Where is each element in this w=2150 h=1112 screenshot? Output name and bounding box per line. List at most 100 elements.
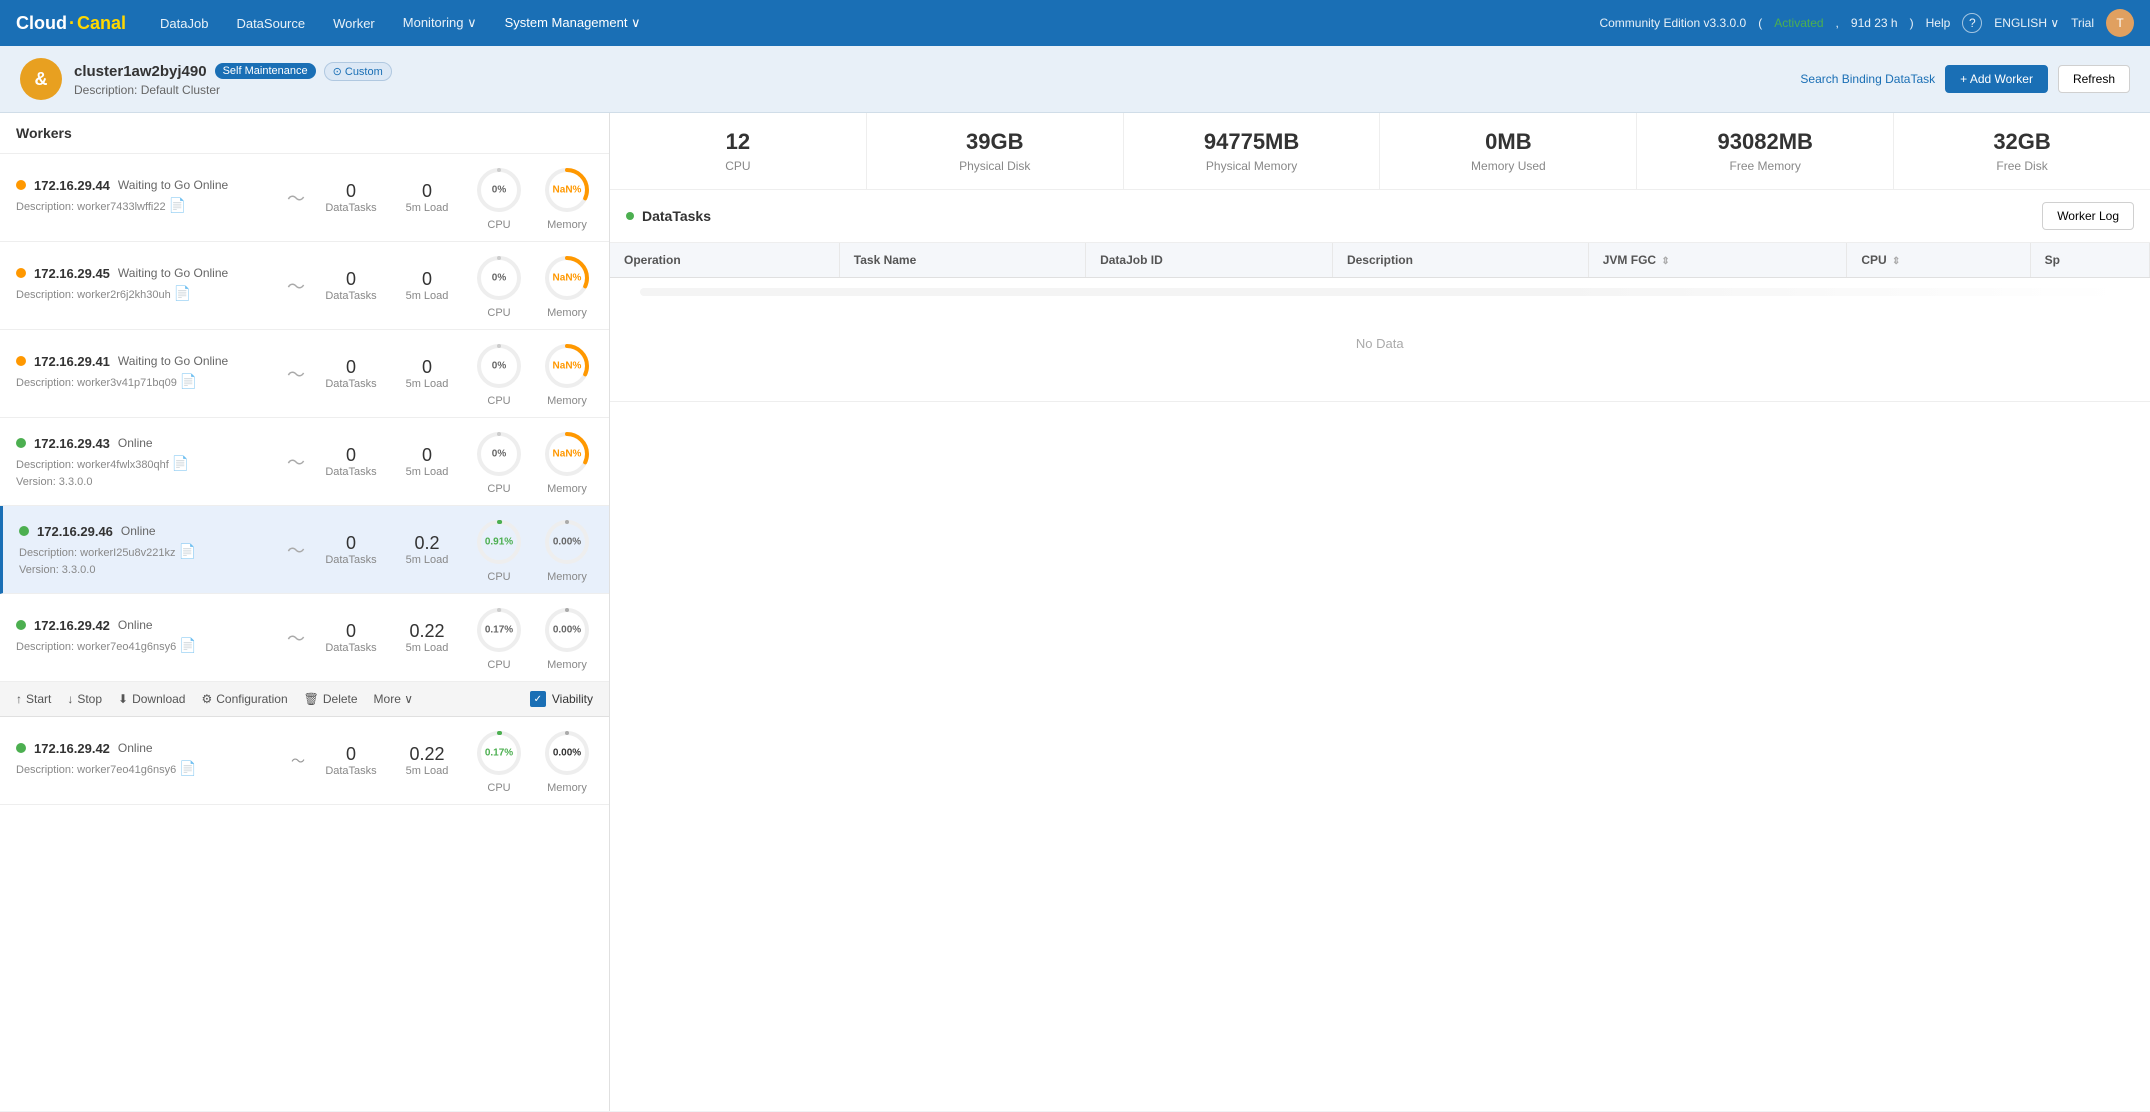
scrollbar-hint[interactable]: [640, 288, 2120, 296]
doc-icon-5[interactable]: 📄: [179, 637, 196, 653]
refresh-button[interactable]: Refresh: [2058, 65, 2130, 93]
more-button[interactable]: More ∨: [374, 690, 413, 708]
wave-icon-3[interactable]: 〜: [287, 449, 305, 475]
viability-checkbox[interactable]: ✓: [530, 691, 546, 707]
cluster-name-row: cluster1aw2byj490 Self Maintenance ⊙ Cus…: [74, 62, 1788, 81]
th-description[interactable]: Description: [1332, 243, 1588, 278]
doc-icon-4[interactable]: 📄: [179, 543, 196, 559]
worker-ip-bottom: 172.16.29.42: [34, 741, 110, 756]
worker-version-3: Version: 3.3.0.0: [16, 476, 279, 488]
start-icon: ↑: [16, 692, 22, 706]
wave-icon-0[interactable]: 〜: [287, 185, 305, 211]
wave-icon-bottom[interactable]: 〜: [291, 751, 305, 771]
worker-status-1: Waiting to Go Online: [118, 266, 228, 280]
status-dot-4: [19, 526, 29, 536]
datatasks-metric-1: 0 DataTasks: [321, 269, 381, 302]
nav-datasource[interactable]: DataSource: [234, 12, 307, 35]
wave-icon-5[interactable]: 〜: [287, 625, 305, 651]
download-button[interactable]: ⬇ Download: [118, 690, 185, 708]
worker-item-bottom[interactable]: 172.16.29.42 Online Description: worker7…: [0, 717, 609, 805]
status-dot-2: [16, 356, 26, 366]
app-logo[interactable]: Cloud·Canal: [16, 13, 126, 34]
add-worker-button[interactable]: + Add Worker: [1945, 65, 2048, 93]
worker-status-2: Waiting to Go Online: [118, 354, 228, 368]
th-datajobid[interactable]: DataJob ID: [1086, 243, 1333, 278]
th-cpu[interactable]: CPU ⇕: [1847, 243, 2030, 278]
help-icon[interactable]: ?: [1962, 13, 1982, 33]
main-layout: Workers 172.16.29.44 Waiting to Go Onlin…: [0, 113, 2150, 1111]
cpu-circle-bottom: 0.17% CPU: [473, 727, 525, 794]
worker-item-4[interactable]: 172.16.29.46 Online Description: workerI…: [0, 506, 609, 594]
logo-cloud: Cloud: [16, 13, 67, 34]
datatasks-metric-2: 0 DataTasks: [321, 357, 381, 390]
th-jvmfgc[interactable]: JVM FGC ⇕: [1588, 243, 1847, 278]
doc-icon-0[interactable]: 📄: [169, 197, 186, 213]
worker-status-3: Online: [118, 436, 153, 450]
worker-log-button[interactable]: Worker Log: [2042, 202, 2134, 230]
th-operation[interactable]: Operation: [610, 243, 839, 278]
doc-icon-2[interactable]: 📄: [180, 373, 197, 389]
worker-toolbar: ↑ Start ↓ Stop ⬇ Download ⚙ Configuratio…: [0, 682, 609, 717]
datatasks-metric-0: 0 DataTasks: [321, 181, 381, 214]
doc-icon-1[interactable]: 📄: [174, 285, 191, 301]
nav-datajob[interactable]: DataJob: [158, 12, 210, 35]
start-button[interactable]: ↑ Start: [16, 690, 51, 708]
search-binding-link[interactable]: Search Binding DataTask: [1800, 72, 1935, 86]
datatasks-section: DataTasks Worker Log Operation Task Name…: [610, 190, 2150, 402]
th-sp[interactable]: Sp: [2030, 243, 2149, 278]
worker-item-5[interactable]: 172.16.29.42 Online Description: worker7…: [0, 594, 609, 682]
datatasks-bottom: 0 DataTasks: [321, 744, 381, 777]
worker-ip-3: 172.16.29.43: [34, 436, 110, 451]
worker-left-1: 172.16.29.45 Waiting to Go Online Descri…: [16, 266, 279, 306]
stop-button[interactable]: ↓ Stop: [67, 690, 102, 708]
worker-desc-4: Description: workerI25u8v221kz 📄: [19, 543, 279, 560]
nav-monitoring[interactable]: Monitoring ∨: [401, 11, 479, 35]
worker-right-bottom: 〜 0 DataTasks 0.22 5m Load: [291, 727, 593, 794]
no-data-row: No Data: [610, 278, 2150, 402]
worker-item-2[interactable]: 172.16.29.41 Waiting to Go Online Descri…: [0, 330, 609, 418]
th-taskname[interactable]: Task Name: [839, 243, 1085, 278]
help-text[interactable]: Help: [1926, 16, 1951, 30]
cluster-actions: Search Binding DataTask + Add Worker Ref…: [1800, 65, 2130, 93]
language-selector[interactable]: ENGLISH ∨: [1994, 16, 2059, 30]
worker-content-4: 172.16.29.46 Online Description: workerI…: [19, 516, 593, 583]
worker-desc-5: Description: worker7eo41g6nsy6 📄: [16, 637, 279, 654]
stat-box-4: 93082MBFree Memory: [1637, 113, 1894, 189]
wave-icon-2[interactable]: 〜: [287, 361, 305, 387]
worker-item-1[interactable]: 172.16.29.45 Waiting to Go Online Descri…: [0, 242, 609, 330]
wave-icon-1[interactable]: 〜: [287, 273, 305, 299]
load-metric-5: 0.22 5m Load: [397, 621, 457, 654]
worker-desc-1: Description: worker2r6j2kh30uh 📄: [16, 285, 279, 302]
workers-panel: Workers 172.16.29.44 Waiting to Go Onlin…: [0, 113, 610, 1111]
worker-item-0[interactable]: 172.16.29.44 Waiting to Go Online Descri…: [0, 154, 609, 242]
worker-content-1: 172.16.29.45 Waiting to Go Online Descri…: [16, 252, 593, 319]
worker-item-3[interactable]: 172.16.29.43 Online Description: worker4…: [0, 418, 609, 506]
download-icon: ⬇: [118, 692, 128, 706]
worker-status-5: Online: [118, 618, 153, 632]
delete-button[interactable]: 🗑 Delete: [304, 690, 358, 708]
worker-right-5: 〜 0 DataTasks 0.22 5m Load 0.17%: [287, 604, 593, 671]
cluster-avatar: &: [20, 58, 62, 100]
status-dot-3: [16, 438, 26, 448]
mem-circle-5: 0.00% Memory: [541, 604, 593, 671]
activated-status: Activated: [1774, 16, 1823, 30]
cpu-circle-0: 0% CPU: [473, 164, 525, 231]
green-dot: [626, 212, 634, 220]
wave-icon-4[interactable]: 〜: [287, 537, 305, 563]
doc-icon-3[interactable]: 📄: [172, 455, 189, 471]
avatar[interactable]: T: [2106, 9, 2134, 37]
status-dot-green-bottom: [16, 743, 26, 753]
nav-worker[interactable]: Worker: [331, 12, 377, 35]
stat-box-2: 94775MBPhysical Memory: [1124, 113, 1381, 189]
viability-toggle[interactable]: ✓ Viability: [530, 691, 593, 707]
nav-system-management[interactable]: System Management ∨: [503, 11, 643, 35]
days-remaining: 91d 23 h: [1851, 16, 1898, 30]
worker-right-2: 〜 0 DataTasks 0 5m Load 0%: [287, 340, 593, 407]
mem-circle-0: NaN% Memory: [541, 164, 593, 231]
mem-circle-3: NaN% Memory: [541, 428, 593, 495]
cluster-name-text: cluster1aw2byj490: [74, 63, 207, 80]
worker-status-4: Online: [121, 524, 156, 538]
doc-icon-bottom[interactable]: 📄: [179, 760, 196, 776]
configuration-button[interactable]: ⚙ Configuration: [201, 690, 287, 708]
mem-circle-4: 0.00% Memory: [541, 516, 593, 583]
